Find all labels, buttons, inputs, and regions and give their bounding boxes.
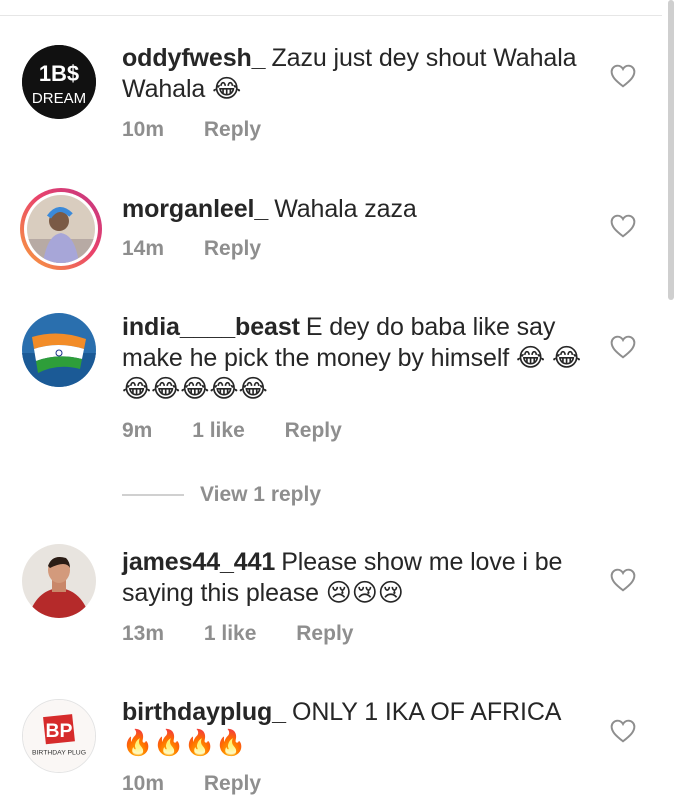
- avatar-photo: [27, 195, 95, 263]
- comment-time: 10m: [122, 772, 165, 795]
- reply-button[interactable]: Reply: [204, 118, 261, 141]
- avatar[interactable]: [22, 313, 96, 387]
- comment-time: 10m: [122, 118, 165, 141]
- heart-outline-icon[interactable]: [610, 335, 636, 359]
- comment-meta: 13m 1 like Reply: [122, 622, 387, 646]
- reply-button[interactable]: Reply: [204, 237, 261, 260]
- avatar-ring: [24, 192, 98, 266]
- replies-divider-line: [122, 494, 184, 496]
- comment-text: oddyfwesh_ Zazu just dey shout Wahala Wah…: [122, 43, 592, 105]
- comment-time: 14m: [122, 237, 165, 260]
- scrollbar-thumb[interactable]: [668, 0, 674, 300]
- comments-screen: 1B$ DREAM oddyfwesh_ Zazu just dey shout …: [0, 0, 675, 809]
- avatar[interactable]: BP BIRTHDAY PLUG: [22, 699, 96, 773]
- avatar-logo-caption: BIRTHDAY PLUG: [32, 749, 86, 756]
- heart-outline-icon[interactable]: [610, 568, 636, 592]
- like-count[interactable]: 1 like: [192, 419, 245, 442]
- reply-button[interactable]: Reply: [296, 622, 353, 645]
- heart-outline-icon[interactable]: [610, 214, 636, 238]
- comment-username[interactable]: morganleel_: [122, 195, 268, 223]
- reply-button[interactable]: Reply: [285, 419, 342, 442]
- comment-text: birthdayplug_ ONLY 1 IKA OF AFRICA 🔥🔥🔥🔥: [122, 697, 592, 759]
- comment-time: 13m: [122, 622, 165, 645]
- comment-username[interactable]: birthdayplug_: [122, 698, 286, 726]
- reply-button[interactable]: Reply: [204, 772, 261, 795]
- comment-text: james44_441 Please show me love i be sayi…: [122, 547, 592, 609]
- comment-body: Wahala zaza: [274, 195, 417, 223]
- comment-meta: 10m Reply: [122, 118, 295, 142]
- comment-meta: 9m 1 like Reply: [122, 419, 376, 443]
- avatar[interactable]: [20, 188, 102, 270]
- comment-meta: 14m Reply: [122, 237, 295, 261]
- heart-outline-icon[interactable]: [610, 64, 636, 88]
- heart-outline-icon[interactable]: [610, 719, 636, 743]
- avatar-logo-text: 1B$: [39, 61, 79, 86]
- comment-username[interactable]: oddyfwesh_: [122, 44, 266, 72]
- comment-text: morganleel_ Wahala zaza: [122, 194, 592, 225]
- view-replies-label: View 1 reply: [200, 483, 322, 506]
- scrollbar[interactable]: [667, 0, 675, 809]
- comment-time: 9m: [122, 419, 153, 442]
- like-count[interactable]: 1 like: [204, 622, 257, 645]
- avatar[interactable]: 1B$ DREAM: [22, 45, 96, 119]
- divider: [0, 15, 662, 16]
- avatar[interactable]: [22, 544, 96, 618]
- avatar-logo-subtext: DREAM: [32, 90, 86, 107]
- comment-username[interactable]: india____beast: [122, 313, 300, 341]
- avatar-logo-text: BP: [45, 720, 72, 742]
- comment-text: india____beast E dey do baba like say mak…: [122, 312, 592, 405]
- comment-username[interactable]: james44_441: [122, 548, 275, 576]
- view-replies-button[interactable]: View 1 reply: [122, 483, 321, 507]
- comment-meta: 10m Reply: [122, 772, 295, 796]
